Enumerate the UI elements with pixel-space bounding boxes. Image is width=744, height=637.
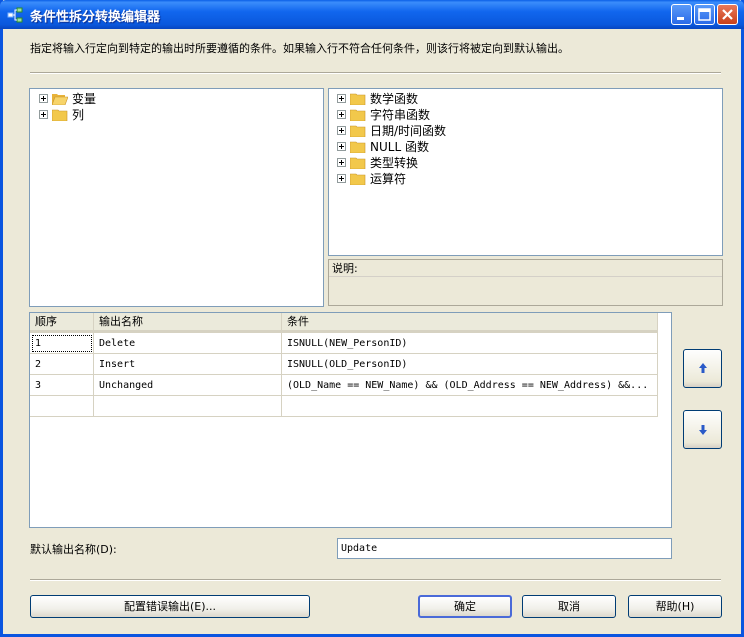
tree-item-label: 运算符 (370, 172, 407, 186)
tree-item-label: NULL 函数 (370, 140, 429, 154)
cell-output-name[interactable]: Insert (94, 354, 282, 375)
expand-icon[interactable] (337, 174, 346, 183)
folder-open-icon (52, 94, 68, 105)
folder-icon (350, 141, 366, 153)
table-row[interactable]: 1 Delete ISNULL(NEW_PersonID) (30, 333, 658, 354)
minimize-button[interactable] (671, 4, 692, 25)
tree-item-label: 类型转换 (370, 156, 419, 170)
separator-bottom (30, 579, 721, 581)
grid-header: 顺序 输出名称 条件 (30, 313, 658, 333)
folder-icon (350, 93, 366, 105)
folder-icon (52, 109, 68, 121)
description-header: 说明: (329, 260, 722, 277)
arrow-up-icon (699, 363, 707, 373)
cell-order[interactable] (30, 396, 94, 417)
default-output-input[interactable]: Update (337, 538, 672, 559)
split-transform-icon (7, 7, 23, 23)
window-title: 条件性拆分转换编辑器 (30, 10, 161, 25)
move-down-button[interactable] (683, 410, 722, 449)
title-bar[interactable]: 条件性拆分转换编辑器 (0, 0, 744, 29)
column-header-output-name[interactable]: 输出名称 (94, 313, 282, 331)
cell-output-name[interactable]: Delete (94, 333, 282, 354)
cell-output-name[interactable] (94, 396, 282, 417)
tree-item-label: 列 (72, 108, 85, 122)
expand-icon[interactable] (39, 94, 48, 103)
close-button[interactable] (717, 4, 738, 25)
tree-item-label: 变量 (72, 92, 97, 106)
column-header-order[interactable]: 顺序 (30, 313, 94, 331)
expand-icon[interactable] (337, 158, 346, 167)
expand-icon[interactable] (39, 110, 48, 119)
cancel-button[interactable]: 取消 (522, 595, 616, 618)
cell-condition[interactable] (282, 396, 658, 417)
cell-condition[interactable]: ISNULL(NEW_PersonID) (282, 333, 658, 354)
cell-order[interactable]: 3 (30, 375, 94, 396)
tree-item-label: 数学函数 (370, 92, 419, 106)
functions-tree[interactable]: 数学函数 字符串函数 日期/时间函数 NULL 函数 类型转换 运算符 (328, 88, 723, 256)
conditions-grid[interactable]: 顺序 输出名称 条件 1 Delete ISNULL(NEW_PersonID)… (29, 312, 672, 528)
minimize-icon (677, 17, 684, 20)
maximize-icon (698, 8, 711, 21)
column-header-condition[interactable]: 条件 (282, 313, 658, 331)
cell-condition[interactable]: (OLD_Name == NEW_Name) && (OLD_Address =… (282, 375, 658, 396)
cell-order[interactable]: 2 (30, 354, 94, 375)
folder-icon (350, 125, 366, 137)
maximize-button[interactable] (694, 4, 715, 25)
folder-icon (350, 157, 366, 169)
expand-icon[interactable] (337, 110, 346, 119)
configure-error-output-button[interactable]: 配置错误输出(E)... (30, 595, 310, 618)
dialog-window: 条件性拆分转换编辑器 指定将输入行定向到特定的输出时所要遵循的条件。如果输入行不… (0, 0, 744, 637)
default-output-label: 默认输出名称(D): (30, 543, 117, 556)
cell-output-name[interactable]: Unchanged (94, 375, 282, 396)
separator-top (30, 72, 721, 74)
expand-icon[interactable] (337, 94, 346, 103)
close-icon (722, 9, 733, 20)
columns-variables-tree[interactable]: 变量 列 (29, 88, 324, 307)
instructions-text: 指定将输入行定向到特定的输出时所要遵循的条件。如果输入行不符合任何条件，则该行将… (30, 42, 569, 55)
help-button[interactable]: 帮助(H) (628, 595, 722, 618)
cell-order[interactable]: 1 (30, 333, 94, 354)
table-row[interactable]: 3 Unchanged (OLD_Name == NEW_Name) && (O… (30, 375, 658, 396)
tree-item-label: 日期/时间函数 (370, 124, 447, 138)
expand-icon[interactable] (337, 142, 346, 151)
move-up-button[interactable] (683, 349, 722, 388)
description-pane: 说明: (328, 259, 723, 306)
arrow-down-icon (699, 425, 707, 435)
ok-button[interactable]: 确定 (418, 595, 512, 618)
table-row[interactable]: 2 Insert ISNULL(OLD_PersonID) (30, 354, 658, 375)
folder-icon (350, 173, 366, 185)
cell-condition[interactable]: ISNULL(OLD_PersonID) (282, 354, 658, 375)
table-row-new[interactable] (30, 396, 658, 417)
folder-icon (350, 109, 366, 121)
expand-icon[interactable] (337, 126, 346, 135)
tree-item-label: 字符串函数 (370, 108, 431, 122)
